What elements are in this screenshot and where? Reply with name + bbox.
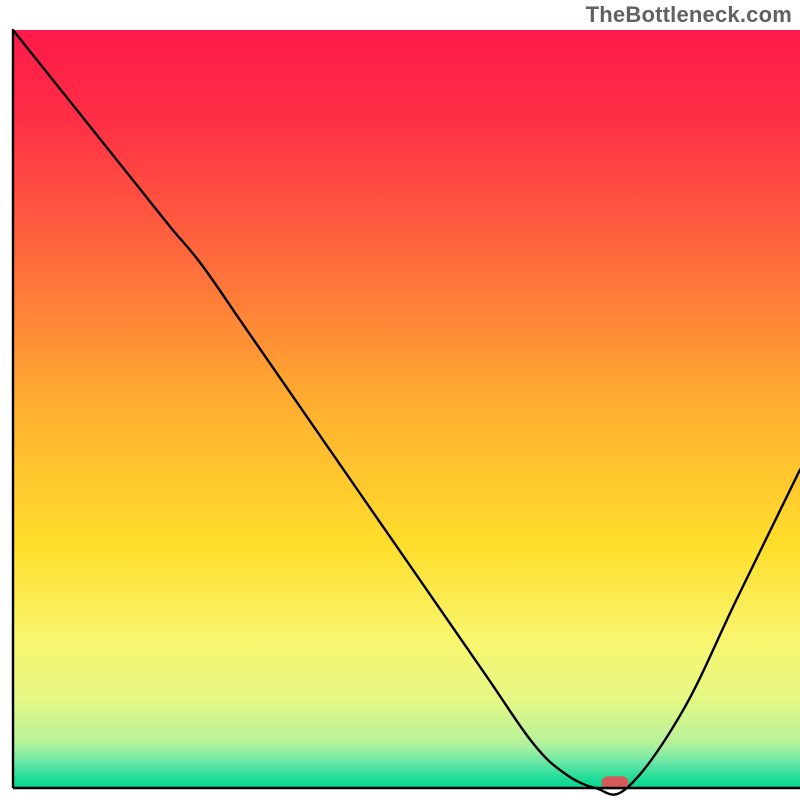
plot-background: [13, 30, 800, 788]
bottleneck-chart: [0, 0, 800, 800]
chart-container: TheBottleneck.com: [0, 0, 800, 800]
